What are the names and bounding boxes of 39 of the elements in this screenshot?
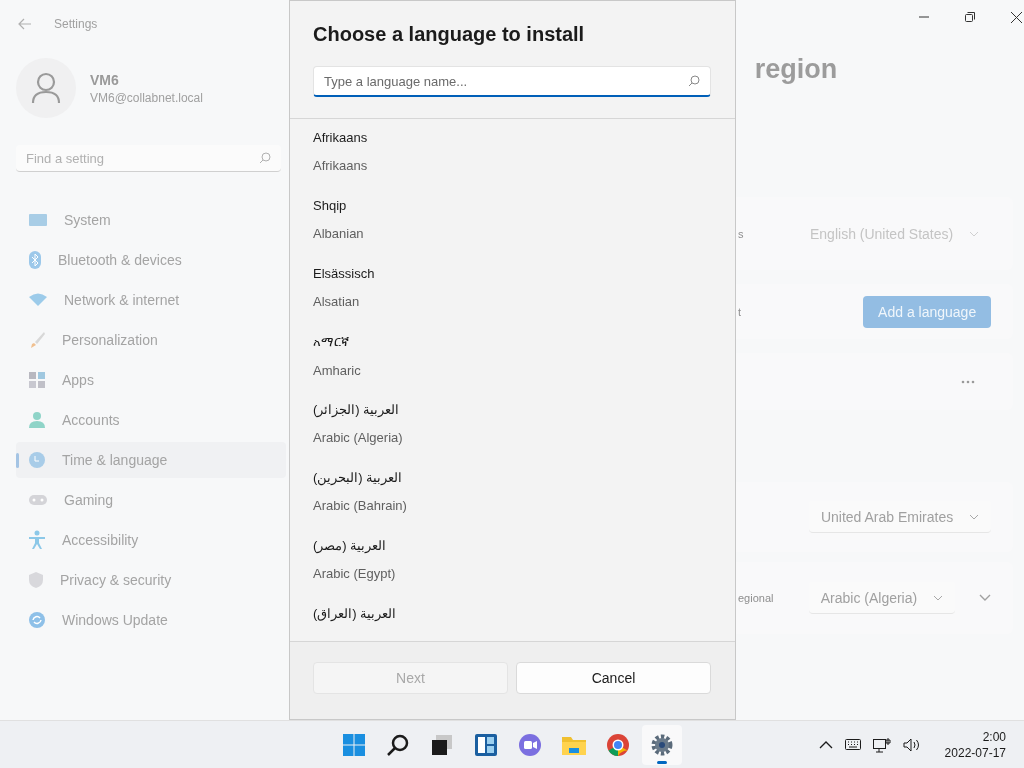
language-native-name[interactable]: العربية (العراق) bbox=[313, 606, 735, 621]
clock[interactable]: 2:00 2022-07-17 bbox=[932, 729, 1012, 760]
dialog-title: Choose a language to install bbox=[313, 23, 586, 46]
setting-label: egional bbox=[738, 592, 775, 604]
language-english-name: Arabic (Bahrain) bbox=[313, 498, 408, 513]
sidebar-item[interactable]: Time & language bbox=[16, 442, 286, 478]
account-name: VM6 bbox=[90, 71, 120, 88]
language-english-name: Arabic (Egypt) bbox=[313, 566, 397, 581]
language-native-name[interactable]: العربية (مصر) bbox=[313, 538, 735, 553]
language-native-name[interactable]: العربية (البحرين) bbox=[313, 470, 735, 485]
sidebar-item[interactable]: Accessibility bbox=[16, 522, 286, 558]
language-native-name[interactable]: Elsässisch bbox=[313, 266, 735, 281]
language-native-name[interactable]: Afrikaans bbox=[313, 130, 735, 145]
sidebar-item[interactable]: Accounts bbox=[16, 402, 286, 438]
language-english-name: Arabic (Algeria) bbox=[313, 430, 404, 445]
language-native-name[interactable]: አማርኛ bbox=[313, 334, 735, 350]
sidebar-item[interactable]: Apps bbox=[16, 362, 286, 398]
account-email: VM6@collabnet.local bbox=[90, 90, 203, 105]
sidebar-item[interactable]: Windows Update bbox=[16, 602, 286, 638]
setting-label: s bbox=[738, 227, 745, 240]
window-title: Settings bbox=[54, 17, 98, 31]
language-native-name[interactable]: العربية (الجزائر) bbox=[313, 402, 735, 417]
language-english-name: Albanian bbox=[313, 226, 365, 241]
language-english-name: Alsatian bbox=[313, 294, 361, 309]
language-search-field[interactable]: Type a language name... bbox=[313, 66, 711, 97]
sidebar-item[interactable]: Privacy & security bbox=[16, 562, 286, 598]
sidebar-item[interactable]: Personalization bbox=[16, 322, 286, 358]
setting-label: t bbox=[738, 305, 743, 318]
sidebar-item[interactable]: Bluetooth & devices bbox=[16, 242, 286, 278]
language-native-name[interactable]: Shqip bbox=[313, 198, 735, 213]
cancel-button[interactable]: Cancel bbox=[516, 662, 711, 694]
add-language-button[interactable]: Add a language bbox=[863, 295, 992, 328]
sidebar-item[interactable]: System bbox=[16, 202, 286, 238]
language-english-name: Afrikaans bbox=[313, 158, 369, 173]
sidebar-item[interactable]: Gaming bbox=[16, 482, 286, 518]
search-field[interactable]: Find a setting bbox=[16, 145, 281, 172]
language-english-name: Amharic bbox=[313, 363, 362, 378]
page-title: region bbox=[754, 54, 838, 85]
sidebar-item[interactable]: Network & internet bbox=[16, 282, 286, 318]
